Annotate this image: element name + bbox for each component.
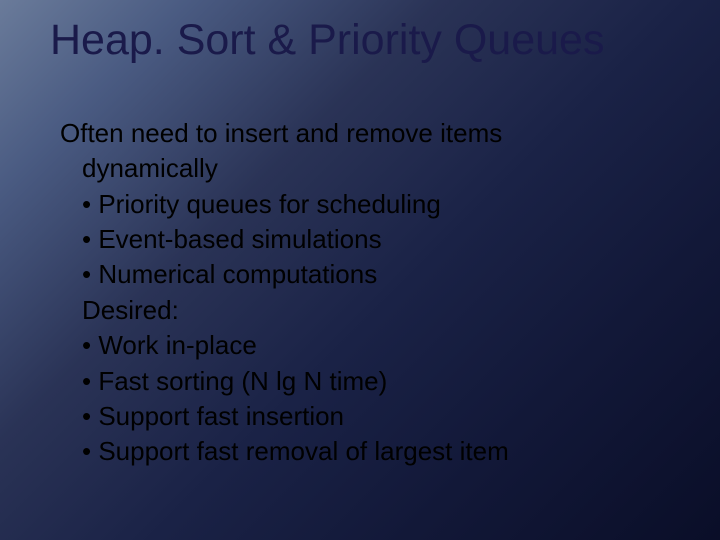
bullet-item: • Event-based simulations xyxy=(82,222,680,257)
bullet-item: • Support fast insertion xyxy=(82,399,680,434)
bullet-item: • Work in-place xyxy=(82,328,680,363)
slide-body: Often need to insert and remove items dy… xyxy=(60,116,680,470)
bullet-item: • Support fast removal of largest item xyxy=(82,434,680,469)
intro-line-cont: dynamically xyxy=(82,151,680,186)
desired-label: Desired: xyxy=(82,293,680,328)
intro-line: Often need to insert and remove items xyxy=(60,116,680,151)
bullet-item: • Numerical computations xyxy=(82,257,680,292)
bullet-item: • Priority queues for scheduling xyxy=(82,187,680,222)
slide: Heap. Sort & Priority Queues Often need … xyxy=(0,0,720,540)
slide-title: Heap. Sort & Priority Queues xyxy=(50,16,604,65)
bullet-item: • Fast sorting (N lg N time) xyxy=(82,364,680,399)
